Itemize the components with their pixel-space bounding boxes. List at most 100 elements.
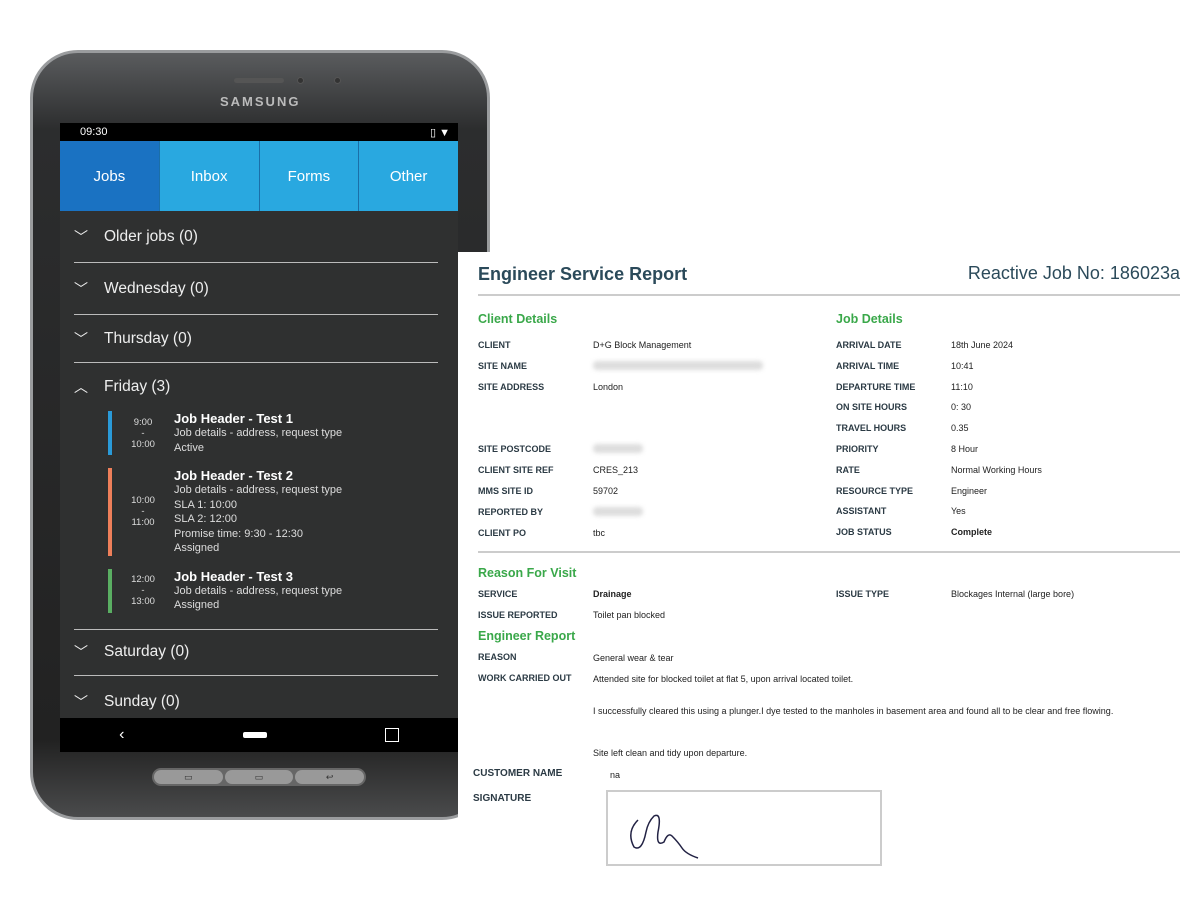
issue-reported-value: Toilet pan blocked <box>593 610 666 620</box>
job-card[interactable]: 9:00-10:00 Job Header - Test 1 Job detail… <box>108 411 438 455</box>
job-number: Reactive Job No: 186023a <box>967 263 1180 283</box>
job-card[interactable]: 12:00-13:00 Job Header - Test 3 Job detai… <box>108 568 438 613</box>
job-detail: Active <box>174 441 204 454</box>
redacted-value <box>593 361 763 370</box>
phone-screen: 09:30 ▯ ▼ Jobs Inbox Forms Other ﹀ Older … <box>60 123 458 752</box>
group-thursday[interactable]: ﹀ Thursday (0) <box>74 315 438 363</box>
reason-heading: Reason For Visit <box>478 566 577 580</box>
issue-type-label: ISSUE TYPE <box>836 589 890 599</box>
job-detail: SLA 1: 10:00 <box>174 498 237 511</box>
job-field-label: DEPARTURE TIME <box>836 381 916 392</box>
client-field-value: CRES_213 <box>593 465 639 475</box>
group-older-jobs[interactable]: ﹀ Older jobs (0) <box>74 211 438 263</box>
job-end: 11:00 <box>131 517 155 529</box>
client-field-label: REPORTED BY <box>478 507 544 517</box>
job-status-bar <box>108 411 112 455</box>
engineer-report-heading: Engineer Report <box>478 629 576 643</box>
job-time: 9:00-10:00 <box>122 411 164 455</box>
home-hw-button[interactable]: ▭ <box>224 770 294 784</box>
client-field-label: SITE ADDRESS <box>478 382 545 392</box>
issue-reported-label: ISSUE REPORTED <box>478 610 558 620</box>
client-field-value: tbc <box>593 528 606 538</box>
tab-inbox[interactable]: Inbox <box>159 141 260 211</box>
customer-name-value: na <box>610 770 621 780</box>
job-time-sep: - <box>141 427 145 439</box>
job-field-value: 11:10 <box>951 381 973 392</box>
job-field-label: ASSISTANT <box>836 506 887 517</box>
chevron-down-icon: ﹀ <box>74 228 88 245</box>
job-detail: Job details - address, request type <box>174 584 343 597</box>
job-detail: Job details - address, request type <box>174 427 343 439</box>
back-icon[interactable]: ‹ <box>119 726 124 744</box>
client-field-label: CLIENT PO <box>478 528 527 538</box>
service-label: SERVICE <box>478 589 518 599</box>
tab-jobs[interactable]: Jobs <box>60 141 160 211</box>
hardware-buttons: ▭ ▭ ↩ <box>152 768 366 786</box>
speaker-grille <box>234 78 284 83</box>
status-time: 09:30 <box>80 126 108 138</box>
reason-value: General wear & tear <box>593 653 674 663</box>
divider <box>478 551 1180 553</box>
job-field-label: RESOURCE TYPE <box>836 485 914 496</box>
job-field-value: 10:41 <box>951 360 974 371</box>
divider <box>478 294 1180 296</box>
tab-forms[interactable]: Forms <box>259 141 360 211</box>
sensor-icon <box>297 77 304 84</box>
work-label: WORK CARRIED OUT <box>478 673 572 683</box>
reason-label: REASON <box>478 652 517 662</box>
group-friday-header[interactable]: ︿ Friday (3) <box>74 363 438 403</box>
status-bar: 09:30 ▯ ▼ <box>60 123 458 141</box>
work-paragraph: I successfully cleared this using a plun… <box>593 706 1114 716</box>
client-field-label: SITE NAME <box>478 361 528 371</box>
job-details-heading: Job Details <box>836 312 903 326</box>
job-field-label: ARRIVAL DATE <box>836 340 902 350</box>
signature-image <box>630 814 699 859</box>
job-start: 12:00 <box>131 574 155 585</box>
signature-label: SIGNATURE <box>473 793 532 804</box>
recents-icon[interactable] <box>384 728 399 742</box>
job-card[interactable]: 10:00-11:00 Job Header - Test 2 Job detai… <box>108 468 438 556</box>
job-detail: Job details - address, request type <box>174 484 343 496</box>
client-field-label: MMS SITE ID <box>478 486 534 496</box>
client-field-label: CLIENT <box>478 340 511 350</box>
work-paragraph: Attended site for blocked toilet at flat… <box>593 674 854 684</box>
device-brand: SAMSUNG <box>220 94 301 109</box>
job-title: Job Header - Test 1 <box>174 411 293 426</box>
vibrate-icon: ▯ <box>429 126 437 139</box>
customer-name-label: CUSTOMER NAME <box>473 768 563 779</box>
recents-hw-button[interactable]: ▭ <box>154 770 223 784</box>
group-friday: ︿ Friday (3) 9:00-10:00 Job Header - Test… <box>74 363 438 630</box>
job-status-bar <box>108 568 112 613</box>
job-field-value: Engineer <box>951 485 988 496</box>
job-time-sep: - <box>141 506 145 518</box>
work-paragraph: Site left clean and tidy upon departure. <box>593 748 748 758</box>
service-report: Engineer Service Report Reactive Job No:… <box>458 252 1200 900</box>
job-time: 10:00-11:00 <box>122 468 164 556</box>
job-field-value: 0: 30 <box>951 402 972 413</box>
job-field-label: PRIORITY <box>836 444 879 454</box>
nav-bar: ‹ <box>60 718 458 752</box>
job-field-label: JOB STATUS <box>836 527 892 538</box>
job-field-value: 0.35 <box>951 423 969 434</box>
tab-other[interactable]: Other <box>359 141 458 211</box>
back-hw-button[interactable]: ↩ <box>295 770 365 784</box>
job-detail: SLA 2: 12:00 <box>174 513 237 525</box>
chevron-down-icon: ﹀ <box>74 280 88 297</box>
signature-box <box>606 790 882 866</box>
job-start: 10:00 <box>131 495 155 507</box>
job-field-value: Normal Working Hours <box>951 464 1042 475</box>
job-field-label: TRAVEL HOURS <box>836 423 907 434</box>
redacted-value <box>593 444 643 453</box>
group-saturday[interactable]: ﹀ Saturday (0) <box>74 630 438 676</box>
job-detail: Promise time: 9:30 - 12:30 <box>174 527 304 540</box>
chevron-down-icon: ﹀ <box>74 693 88 710</box>
home-icon[interactable] <box>242 732 267 738</box>
group-wednesday[interactable]: ﹀ Wednesday (0) <box>74 263 438 315</box>
client-field-label: CLIENT SITE REF <box>478 465 554 475</box>
chevron-down-icon: ﹀ <box>74 644 88 660</box>
wifi-icon: ▼ <box>439 126 450 139</box>
chevron-up-icon: ︿ <box>74 379 88 395</box>
client-field-value: London <box>593 382 624 392</box>
issue-type-value: Blockages Internal (large bore) <box>951 589 1075 599</box>
job-field-label: ARRIVAL TIME <box>836 360 900 371</box>
